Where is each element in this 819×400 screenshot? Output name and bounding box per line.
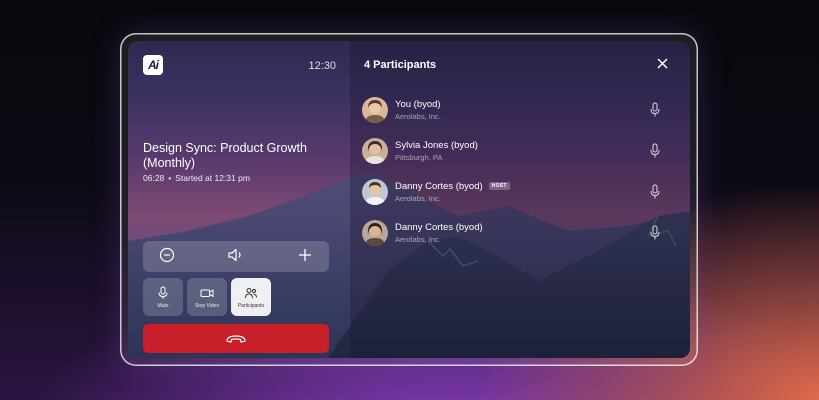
hangup-button[interactable]: [143, 324, 329, 353]
microphone-icon[interactable]: [648, 184, 662, 200]
phone-hangup-icon: [226, 334, 246, 343]
meeting-info-panel: Ai 12:30 Design Sync: Product Growth (Mo…: [128, 41, 350, 358]
participant-name: You (byod): [395, 99, 441, 110]
stop-video-label: Stop Video: [194, 302, 220, 309]
participant-org: Pittsburgh, PA: [395, 152, 443, 162]
microphone-icon: [158, 286, 168, 299]
participants-list: You (byod) Aerolabs, Inc. Sylvia Jones (…: [362, 89, 674, 253]
meeting-screen: Ai 12:30 Design Sync: Product Growth (Mo…: [128, 41, 690, 358]
meeting-start-time: Started at 12:31 pm: [175, 173, 250, 183]
participants-icon: [245, 287, 257, 298]
call-controls: Mute Stop Video Participants: [143, 278, 271, 316]
participant-name-text: Sylvia Jones (byod): [395, 139, 478, 151]
meeting-meta: 06:28 • Started at 12:31 pm: [143, 173, 250, 183]
separator-dot: •: [168, 173, 172, 183]
participant-info: Danny Cortes (byod) HOST Aerolabs, Inc.: [395, 181, 510, 203]
avatar: [362, 178, 388, 205]
microphone-icon[interactable]: [648, 102, 662, 118]
participant-info: Sylvia Jones (byod) Pittsburgh, PA: [395, 140, 478, 162]
clock: 12:30: [308, 60, 336, 72]
participant-name-text: You (byod): [395, 98, 441, 110]
participant-org: Aerolabs, Inc.: [395, 111, 441, 121]
volume-control: [143, 241, 329, 272]
participants-label: Participants: [237, 302, 265, 309]
participant-info: You (byod) Aerolabs, Inc.: [395, 99, 441, 121]
meeting-duration: 06:28: [143, 173, 165, 183]
app-logo: Ai: [143, 55, 163, 75]
microphone-icon[interactable]: [648, 225, 662, 241]
participant-org: Aerolabs, Inc.: [395, 234, 441, 244]
participant-name: Danny Cortes (byod): [395, 222, 483, 233]
participants-button[interactable]: Participants: [231, 278, 271, 316]
participant-name: Danny Cortes (byod) HOST: [395, 181, 510, 192]
participant-row[interactable]: Danny Cortes (byod) Aerolabs, Inc.: [362, 212, 674, 253]
participant-name: Sylvia Jones (byod): [395, 140, 478, 151]
participants-panel: 4 Participants You (byod) Aerolabs, Inc.: [350, 41, 690, 358]
mute-label: Mute: [157, 302, 169, 309]
meeting-title: Design Sync: Product Growth (Monthly): [143, 141, 307, 170]
plus-icon[interactable]: [297, 247, 313, 266]
participant-row[interactable]: Danny Cortes (byod) HOST Aerolabs, Inc.: [362, 171, 674, 212]
participant-name-text: Danny Cortes (byod): [395, 221, 483, 233]
close-icon[interactable]: [657, 56, 668, 73]
video-camera-icon: [200, 288, 214, 297]
host-badge: HOST: [488, 182, 510, 190]
participant-row[interactable]: Sylvia Jones (byod) Pittsburgh, PA: [362, 130, 674, 171]
stop-video-button[interactable]: Stop Video: [187, 278, 227, 316]
speaker-icon: [227, 247, 245, 266]
participant-info: Danny Cortes (byod) Aerolabs, Inc.: [395, 222, 483, 244]
avatar: [362, 96, 388, 123]
participant-name-text: Danny Cortes (byod): [395, 180, 483, 192]
mute-button[interactable]: Mute: [143, 278, 183, 316]
participant-row[interactable]: You (byod) Aerolabs, Inc.: [362, 89, 674, 130]
avatar: [362, 219, 388, 246]
microphone-icon[interactable]: [648, 143, 662, 159]
participant-org: Aerolabs, Inc.: [395, 193, 441, 203]
avatar: [362, 137, 388, 164]
tablet-frame: Ai 12:30 Design Sync: Product Growth (Mo…: [120, 33, 698, 366]
participants-count-heading: 4 Participants: [364, 59, 437, 71]
minus-circle-icon[interactable]: [159, 247, 175, 266]
